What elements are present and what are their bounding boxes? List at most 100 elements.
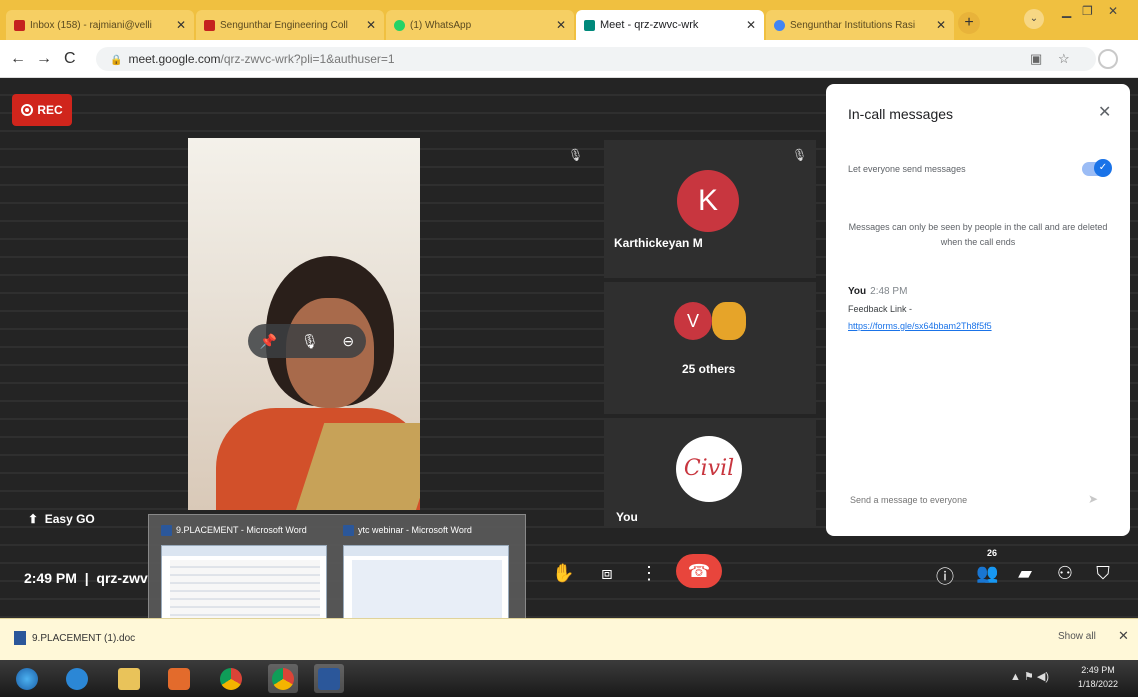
close-icon[interactable]: ✕ bbox=[556, 18, 566, 32]
tab-label: Sengunthar Institutions Rasi bbox=[790, 19, 916, 31]
volume-icon[interactable]: ◀) bbox=[1037, 671, 1049, 683]
bookmark-star-icon[interactable]: ☆ bbox=[1058, 51, 1070, 67]
system-clock[interactable]: 2:49 PM 1/18/2022 bbox=[1078, 663, 1118, 691]
lock-icon: 🔒 bbox=[110, 55, 123, 66]
panel-note: Messages can only be seen by people in t… bbox=[848, 222, 1108, 247]
taskbar-ie[interactable] bbox=[62, 664, 92, 693]
host-controls-icon[interactable]: ⛉ bbox=[1092, 563, 1114, 584]
minimize-icon[interactable]: ▁ bbox=[1062, 4, 1071, 18]
folder-icon bbox=[118, 667, 140, 690]
presenter-label: ⬆ Easy GO bbox=[28, 512, 95, 526]
preview-title: ytc webinar - Microsoft Word bbox=[358, 525, 472, 535]
speaker-video[interactable]: 📌 🎙 ⊖ bbox=[188, 138, 420, 510]
chat-icon[interactable]: ▰ bbox=[1014, 563, 1036, 584]
tab-label: Meet - qrz-zwvc-wrk bbox=[600, 19, 699, 31]
meeting-time: 2:49 PM bbox=[24, 570, 77, 586]
gmail-icon bbox=[204, 19, 215, 31]
meet-icon bbox=[584, 19, 595, 31]
tab-search-icon[interactable]: ⌄ bbox=[1024, 9, 1044, 29]
new-tab-button[interactable]: + bbox=[958, 12, 980, 34]
gmail-icon bbox=[14, 19, 25, 31]
close-icon[interactable]: ✕ bbox=[366, 18, 376, 32]
record-icon bbox=[21, 104, 34, 116]
avatar: K bbox=[677, 170, 739, 232]
present-screen-icon[interactable]: ⧈ bbox=[596, 563, 618, 584]
toggle-label: Let everyone send messages bbox=[848, 164, 966, 174]
message-time: 2:48 PM bbox=[870, 286, 908, 297]
media-player-icon bbox=[168, 667, 190, 690]
avatar bbox=[712, 302, 746, 340]
taskbar-chrome[interactable] bbox=[216, 664, 246, 693]
participant-name: Karthickeyan M bbox=[614, 236, 703, 250]
reload-icon[interactable]: C bbox=[64, 50, 76, 68]
participant-name: 25 others bbox=[682, 362, 736, 376]
download-filename: 9.PLACEMENT (1).doc bbox=[32, 632, 136, 644]
show-all-button[interactable]: Show all bbox=[1058, 631, 1096, 642]
end-call-button[interactable]: ☎ bbox=[676, 554, 722, 588]
url-host: meet.google.com bbox=[128, 52, 221, 66]
people-icon[interactable]: 👥 bbox=[976, 563, 998, 584]
chrome-icon bbox=[220, 667, 242, 690]
download-item[interactable]: 9.PLACEMENT (1).doc bbox=[14, 631, 135, 645]
activities-icon[interactable]: ⚇ bbox=[1054, 563, 1076, 584]
raise-hand-icon[interactable]: ✋ bbox=[552, 563, 574, 584]
more-options-icon[interactable]: ⋮ bbox=[638, 563, 660, 584]
tab-whatsapp[interactable]: (1) WhatsApp ✕ bbox=[386, 10, 574, 40]
message-text: Feedback Link - bbox=[848, 304, 913, 314]
panel-title: In-call messages bbox=[848, 106, 954, 122]
system-tray[interactable]: ▲ ⚑ ◀) bbox=[1010, 670, 1049, 683]
taskbar-word[interactable] bbox=[314, 664, 344, 693]
camera-in-use-icon[interactable]: ▣ bbox=[1030, 51, 1042, 67]
messages-toggle[interactable] bbox=[1082, 159, 1112, 177]
url-bar[interactable]: 🔒 meet.google.com/qrz-zwvc-wrk?pli=1&auth… bbox=[96, 47, 1096, 71]
flag-icon[interactable]: ⚑ bbox=[1024, 671, 1034, 683]
tab-sengunthar-institutions[interactable]: Sengunthar Institutions Rasi ✕ bbox=[766, 10, 954, 40]
close-icon[interactable]: ✕ bbox=[1118, 628, 1129, 644]
window-close-icon[interactable]: ✕ bbox=[1108, 4, 1118, 18]
profile-avatar[interactable] bbox=[1098, 49, 1118, 69]
people-count-badge: 26 bbox=[987, 548, 998, 558]
tab-sengunthar-college[interactable]: Sengunthar Engineering Coll ✕ bbox=[196, 10, 384, 40]
participant-tile-others[interactable] bbox=[604, 282, 816, 414]
mic-off-icon[interactable]: 🎙 bbox=[301, 333, 319, 350]
windows-taskbar: ▲ ⚑ ◀) 2:49 PM 1/18/2022 bbox=[0, 660, 1138, 697]
taskbar-explorer[interactable] bbox=[114, 664, 144, 693]
pin-icon[interactable]: 📌 bbox=[260, 333, 277, 350]
message-header: You 2:48 PM bbox=[848, 286, 907, 297]
download-bar: 9.PLACEMENT (1).doc Show all ✕ bbox=[0, 618, 1138, 660]
taskbar-chrome-active[interactable] bbox=[268, 664, 298, 693]
message-sender: You bbox=[848, 286, 867, 297]
meeting-code: qrz-zwv bbox=[96, 570, 148, 586]
meeting-info-icon[interactable]: ⓘ bbox=[934, 563, 956, 589]
restore-icon[interactable]: ❐ bbox=[1082, 4, 1093, 18]
message-link[interactable]: https://forms.gle/sx64bbam2Th8f5f5 bbox=[848, 321, 992, 331]
network-icon[interactable]: ▲ bbox=[1010, 671, 1021, 683]
more-options-icon[interactable]: ⊖ bbox=[342, 333, 354, 350]
message-input[interactable] bbox=[838, 486, 1088, 514]
pin-icon: ⬆ bbox=[28, 512, 39, 526]
tab-meet[interactable]: Meet - qrz-zwvc-wrk ✕ bbox=[576, 10, 764, 40]
back-arrow-icon[interactable]: ← bbox=[10, 50, 26, 68]
presenter-name: Easy GO bbox=[44, 512, 95, 526]
tab-label: Inbox (158) - rajmiani@velli bbox=[30, 19, 152, 31]
meeting-details: 2:49 PM | qrz-zwv bbox=[24, 570, 148, 586]
close-icon[interactable]: ✕ bbox=[746, 18, 756, 32]
send-icon[interactable]: ➤ bbox=[1088, 492, 1098, 506]
close-icon[interactable]: ✕ bbox=[176, 18, 186, 32]
start-button[interactable] bbox=[12, 664, 42, 693]
browser-tab-strip: Inbox (158) - rajmiani@velli ✕ Senguntha… bbox=[0, 0, 1138, 40]
tab-gmail[interactable]: Inbox (158) - rajmiani@velli ✕ bbox=[6, 10, 194, 40]
clock-time: 2:49 PM bbox=[1081, 665, 1115, 675]
close-icon[interactable]: ✕ bbox=[936, 18, 946, 32]
address-toolbar: ← → C 🔒 meet.google.com/qrz-zwvc-wrk?pli=… bbox=[0, 40, 1138, 78]
chrome-icon bbox=[272, 667, 294, 690]
phone-hangup-icon: ☎ bbox=[687, 561, 711, 581]
mic-off-icon: 🎙 bbox=[568, 148, 584, 162]
windows-start-icon bbox=[16, 667, 38, 690]
forward-arrow-icon[interactable]: → bbox=[36, 50, 52, 68]
avatar: V bbox=[674, 302, 712, 340]
taskbar-media[interactable] bbox=[164, 664, 194, 693]
google-icon bbox=[774, 19, 785, 31]
close-icon[interactable]: ✕ bbox=[1098, 102, 1111, 122]
in-call-messages-panel: In-call messages ✕ Let everyone send mes… bbox=[826, 84, 1130, 536]
